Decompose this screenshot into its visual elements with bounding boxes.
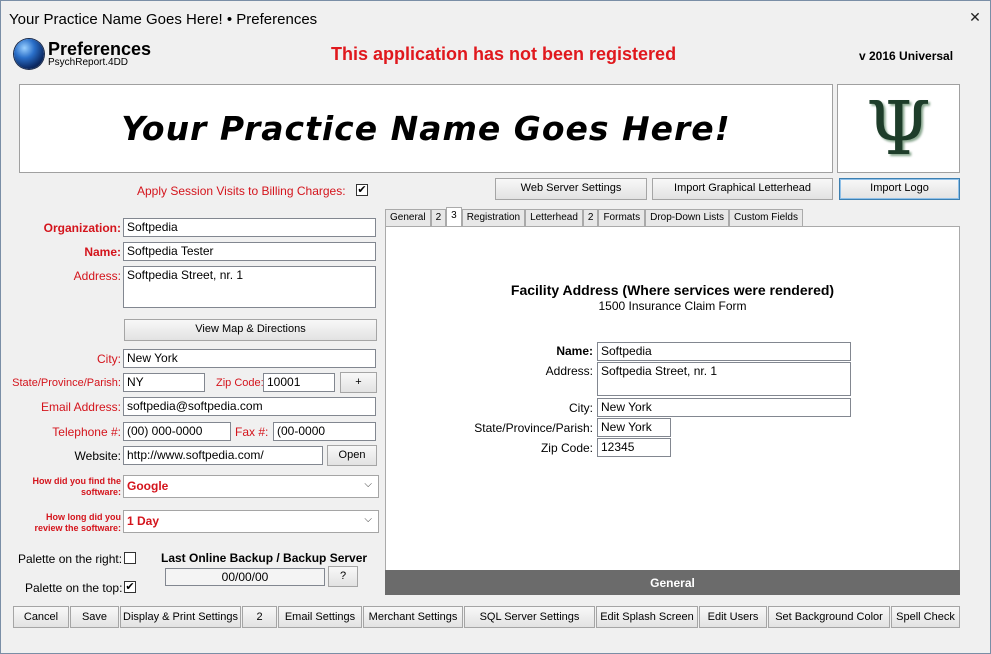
- backup-date-field: 00/00/00: [165, 568, 325, 586]
- tab-2a[interactable]: 2: [430, 209, 447, 226]
- email-settings-button[interactable]: Email Settings: [278, 606, 362, 628]
- display-print-settings-button[interactable]: Display & Print Settings: [120, 606, 241, 628]
- find-software-label-line1: How did you find the: [32, 476, 122, 486]
- facility-zip-label: Zip Code:: [540, 441, 593, 455]
- letterhead-banner[interactable]: Your Practice Name Goes Here!: [19, 84, 833, 173]
- city-label: City:: [97, 352, 121, 366]
- billing-charges-checkbox[interactable]: ✔: [356, 184, 368, 196]
- preferences-window: Your Practice Name Goes Here! • Preferen…: [0, 0, 991, 654]
- import-letterhead-button[interactable]: Import Graphical Letterhead: [652, 178, 833, 200]
- facility-zip-field[interactable]: 12345: [597, 438, 671, 457]
- cancel-button[interactable]: Cancel: [13, 606, 69, 628]
- import-logo-button[interactable]: Import Logo: [839, 178, 960, 200]
- zip-label: Zip Code:: [216, 377, 264, 389]
- facility-city-label: City:: [569, 401, 593, 415]
- facility-name-field[interactable]: Softpedia: [597, 342, 851, 361]
- spell-check-button[interactable]: Spell Check: [891, 606, 960, 628]
- review-time-label-line2: review the software:: [34, 523, 121, 533]
- psi-logo-icon: Ψ: [866, 85, 931, 172]
- review-time-label: How long did you review the software:: [11, 512, 121, 534]
- set-background-color-button[interactable]: Set Background Color: [768, 606, 890, 628]
- address-label: Address:: [73, 269, 121, 283]
- palette-top-label: Palette on the top:: [25, 581, 123, 595]
- banner-text: Your Practice Name Goes Here!: [121, 109, 731, 148]
- backup-help-button[interactable]: ?: [328, 566, 358, 587]
- palette-top-checkbox[interactable]: ✔: [124, 581, 136, 593]
- database-name: PsychReport.4DD: [48, 57, 129, 68]
- tab-letterhead[interactable]: Letterhead: [525, 209, 583, 226]
- chevron-down-icon: ⌵: [364, 479, 372, 490]
- email-field[interactable]: softpedia@softpedia.com: [123, 397, 376, 416]
- palette-right-checkbox[interactable]: [124, 552, 136, 564]
- save-button[interactable]: Save: [70, 606, 119, 628]
- version-label: v 2016 Universal: [859, 49, 954, 63]
- page-2-button[interactable]: 2: [242, 606, 277, 628]
- review-time-label-line1: How long did you: [46, 512, 121, 522]
- website-label: Website:: [74, 449, 121, 463]
- view-map-button[interactable]: View Map & Directions: [124, 319, 377, 341]
- facility-title: Facility Address (Where services were re…: [510, 282, 835, 298]
- edit-users-button[interactable]: Edit Users: [699, 606, 767, 628]
- title-bar: Your Practice Name Goes Here! • Preferen…: [1, 1, 990, 37]
- window-title: Your Practice Name Goes Here! • Preferen…: [9, 11, 318, 28]
- sql-server-settings-button[interactable]: SQL Server Settings: [464, 606, 595, 628]
- review-time-select[interactable]: 1 Day ⌵: [123, 510, 379, 533]
- merchant-settings-button[interactable]: Merchant Settings: [363, 606, 463, 628]
- name-field[interactable]: Softpedia Tester: [123, 242, 376, 261]
- tab-custom-fields[interactable]: Custom Fields: [729, 209, 803, 226]
- state-label: State/Province/Parish:: [12, 377, 121, 389]
- facility-address-label: Address:: [545, 364, 593, 378]
- city-field[interactable]: New York: [123, 349, 376, 368]
- telephone-field[interactable]: (00) 000-0000: [123, 422, 231, 441]
- facility-subtitle: 1500 Insurance Claim Form: [598, 299, 747, 313]
- zip-field[interactable]: 10001: [263, 373, 335, 392]
- email-label: Email Address:: [40, 400, 121, 414]
- fax-label: Fax #:: [235, 425, 269, 439]
- tab-general[interactable]: General: [385, 209, 431, 226]
- tab-registration[interactable]: Registration: [461, 209, 526, 226]
- chevron-down-icon: ⌵: [364, 514, 372, 525]
- web-server-settings-button[interactable]: Web Server Settings: [495, 178, 647, 200]
- panel-footer-general: General: [385, 570, 960, 595]
- find-software-label: How did you find the software:: [11, 476, 122, 498]
- preferences-tabs: General 2 3 Registration Letterhead 2 Fo…: [385, 207, 803, 227]
- palette-right-label: Palette on the right:: [18, 552, 123, 566]
- find-software-label-line2: software:: [80, 487, 121, 497]
- find-software-select[interactable]: Google ⌵: [123, 475, 379, 498]
- website-field[interactable]: http://www.softpedia.com/: [123, 446, 323, 465]
- address-field[interactable]: Softpedia Street, nr. 1: [123, 266, 376, 308]
- fax-field[interactable]: (00-0000: [273, 422, 376, 441]
- logo-image[interactable]: Ψ: [837, 84, 960, 173]
- registration-warning: This application has not been registered: [331, 44, 677, 64]
- tab-formats[interactable]: Formats: [598, 209, 646, 226]
- edit-splash-screen-button[interactable]: Edit Splash Screen: [596, 606, 698, 628]
- globe-icon: [14, 39, 44, 69]
- backup-title: Last Online Backup / Backup Server: [161, 551, 368, 565]
- telephone-label: Telephone #:: [52, 425, 121, 439]
- review-time-value: 1 Day: [127, 514, 160, 528]
- organization-field[interactable]: Softpedia: [123, 218, 376, 237]
- zip-plus-button[interactable]: +: [340, 372, 377, 393]
- name-label: Name:: [84, 245, 121, 259]
- facility-city-field[interactable]: New York: [597, 398, 851, 417]
- open-website-button[interactable]: Open: [327, 445, 377, 466]
- state-field[interactable]: NY: [123, 373, 205, 392]
- find-software-value: Google: [127, 479, 169, 493]
- tab-3[interactable]: 3: [446, 207, 462, 226]
- organization-label: Organization:: [43, 221, 121, 235]
- facility-state-field[interactable]: New York: [597, 418, 671, 437]
- facility-name-label: Name:: [556, 344, 593, 358]
- billing-charges-label: Apply Session Visits to Billing Charges:: [137, 184, 346, 198]
- close-icon[interactable]: ✕: [966, 9, 984, 25]
- tab-2b[interactable]: 2: [582, 209, 599, 226]
- facility-state-label: State/Province/Parish:: [474, 421, 593, 435]
- facility-address-field[interactable]: Softpedia Street, nr. 1: [597, 362, 851, 396]
- tab-drop-down-lists[interactable]: Drop-Down Lists: [645, 209, 730, 226]
